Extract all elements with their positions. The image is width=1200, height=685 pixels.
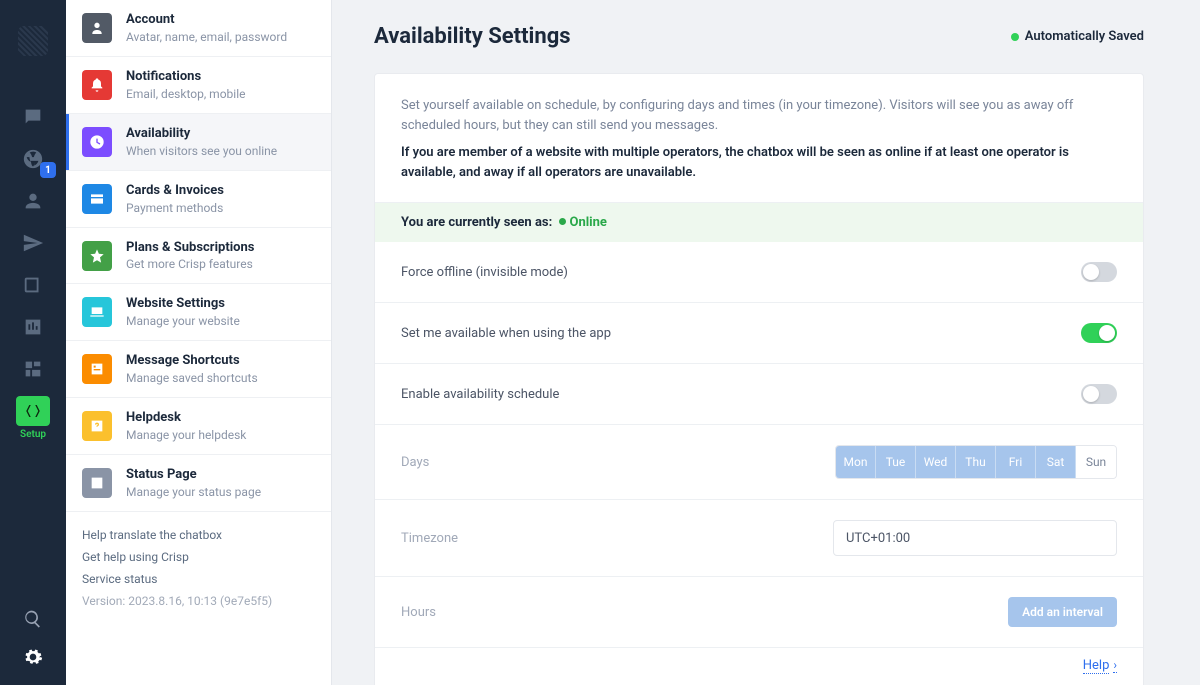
sidebar-item-title: Message Shortcuts [126, 353, 258, 370]
sidebar-item-sub: Manage your status page [126, 485, 261, 499]
set-available-label: Set me available when using the app [401, 326, 611, 341]
sidebar-item-sub: Manage your helpdesk [126, 428, 246, 442]
sidebar-item-sub: Payment methods [126, 201, 224, 215]
intro-text-2: If you are member of a website with mult… [401, 143, 1117, 182]
sidebar-item-plans[interactable]: Plans & SubscriptionsGet more Crisp feat… [66, 228, 331, 285]
search-icon[interactable] [23, 609, 43, 629]
seen-as-value: Online [555, 215, 606, 230]
timezone-label: Timezone [401, 531, 458, 546]
enable-schedule-toggle[interactable] [1081, 384, 1117, 404]
sidebar-item-title: Website Settings [126, 296, 240, 313]
day-wed[interactable]: Wed [916, 446, 956, 478]
footer-gethelp[interactable]: Get help using Crisp [82, 550, 315, 564]
sidebar-item-helpdesk[interactable]: HelpdeskManage your helpdesk [66, 398, 331, 455]
rail-analytics[interactable] [0, 306, 66, 348]
laptop-icon [89, 304, 105, 320]
grid-icon [22, 358, 44, 380]
rail-campaigns[interactable] [0, 222, 66, 264]
rail-contacts[interactable] [0, 180, 66, 222]
day-tue[interactable]: Tue [876, 446, 916, 478]
sidebar-item-title: Cards & Invoices [126, 183, 224, 200]
settings-sidebar: AccountAvatar, name, email, password Not… [66, 0, 332, 685]
sidebar-item-title: Plans & Subscriptions [126, 240, 254, 257]
sidebar-item-sub: When visitors see you online [126, 144, 277, 158]
chevron-right-icon: › [1113, 658, 1117, 673]
sidebar-item-availability[interactable]: AvailabilityWhen visitors see you online [66, 114, 331, 171]
set-available-toggle[interactable] [1081, 323, 1117, 343]
day-sat[interactable]: Sat [1036, 446, 1076, 478]
clock-icon [89, 134, 105, 150]
day-sun[interactable]: Sun [1076, 446, 1116, 478]
days-selector: Mon Tue Wed Thu Fri Sat Sun [835, 445, 1117, 479]
book-icon [22, 274, 44, 296]
footer-version: Version: 2023.8.16, 10:13 (9e7e5f5) [82, 594, 315, 608]
intro-text-1: Set yourself available on schedule, by c… [401, 96, 1117, 135]
sidebar-item-sub: Avatar, name, email, password [126, 30, 287, 44]
gear-icon[interactable] [23, 647, 43, 667]
rail-plugins[interactable] [0, 348, 66, 390]
enable-schedule-label: Enable availability schedule [401, 387, 559, 402]
sidebar-item-notifications[interactable]: NotificationsEmail, desktop, mobile [66, 57, 331, 114]
sidebar-item-title: Helpdesk [126, 410, 246, 427]
star-icon [89, 248, 105, 264]
sidebar-item-title: Account [126, 12, 287, 29]
page-title: Availability Settings [374, 24, 571, 49]
app-logo [18, 26, 48, 56]
day-thu[interactable]: Thu [956, 446, 996, 478]
shortcut-icon [89, 361, 105, 377]
rail-visitors[interactable]: 1 [0, 138, 66, 180]
sidebar-item-shortcuts[interactable]: Message ShortcutsManage saved shortcuts [66, 341, 331, 398]
footer-status[interactable]: Service status [82, 572, 315, 586]
rail-helpdesk[interactable] [0, 264, 66, 306]
help-icon [89, 418, 105, 434]
check-icon [89, 475, 105, 491]
rail-inbox[interactable] [0, 96, 66, 138]
main-content: Availability Settings Automatically Save… [332, 0, 1200, 685]
days-label: Days [401, 455, 429, 470]
sidebar-item-sub: Manage saved shortcuts [126, 371, 258, 385]
sidebar-item-sub: Email, desktop, mobile [126, 87, 245, 101]
account-icon [89, 20, 105, 36]
seen-as-label: You are currently seen as: [401, 215, 552, 230]
availability-card: Set yourself available on schedule, by c… [374, 73, 1144, 685]
sidebar-item-sub: Manage your website [126, 314, 240, 328]
hours-label: Hours [401, 605, 436, 620]
card-icon [89, 191, 105, 207]
sidebar-item-sub: Get more Crisp features [126, 257, 254, 271]
bell-icon [89, 77, 105, 93]
chat-icon [22, 106, 44, 128]
timezone-select[interactable]: UTC+01:00 [833, 520, 1117, 556]
rail-setup-label: Setup [20, 429, 46, 440]
chart-icon [22, 316, 44, 338]
sidebar-item-account[interactable]: AccountAvatar, name, email, password [66, 0, 331, 57]
force-offline-toggle[interactable] [1081, 262, 1117, 282]
rail-setup[interactable]: Setup [16, 396, 50, 440]
code-icon [24, 404, 42, 418]
send-icon [22, 232, 44, 254]
sidebar-footer: Help translate the chatbox Get help usin… [66, 512, 331, 632]
footer-translate[interactable]: Help translate the chatbox [82, 528, 315, 542]
day-mon[interactable]: Mon [836, 446, 876, 478]
visitors-badge: 1 [40, 162, 56, 178]
autosave-indicator: Automatically Saved [1011, 29, 1144, 44]
user-icon [22, 190, 44, 212]
sidebar-item-website[interactable]: Website SettingsManage your website [66, 284, 331, 341]
current-status-bar: You are currently seen as: Online [375, 203, 1143, 242]
nav-rail: 1 Setup [0, 0, 66, 685]
force-offline-label: Force offline (invisible mode) [401, 265, 568, 280]
sidebar-item-title: Status Page [126, 467, 261, 484]
day-fri[interactable]: Fri [996, 446, 1036, 478]
sidebar-item-status[interactable]: Status PageManage your status page [66, 455, 331, 512]
help-link[interactable]: Help [1083, 658, 1110, 674]
sidebar-item-title: Notifications [126, 69, 245, 86]
add-interval-button[interactable]: Add an interval [1008, 597, 1117, 627]
sidebar-item-cards[interactable]: Cards & InvoicesPayment methods [66, 171, 331, 228]
sidebar-item-title: Availability [126, 126, 277, 143]
